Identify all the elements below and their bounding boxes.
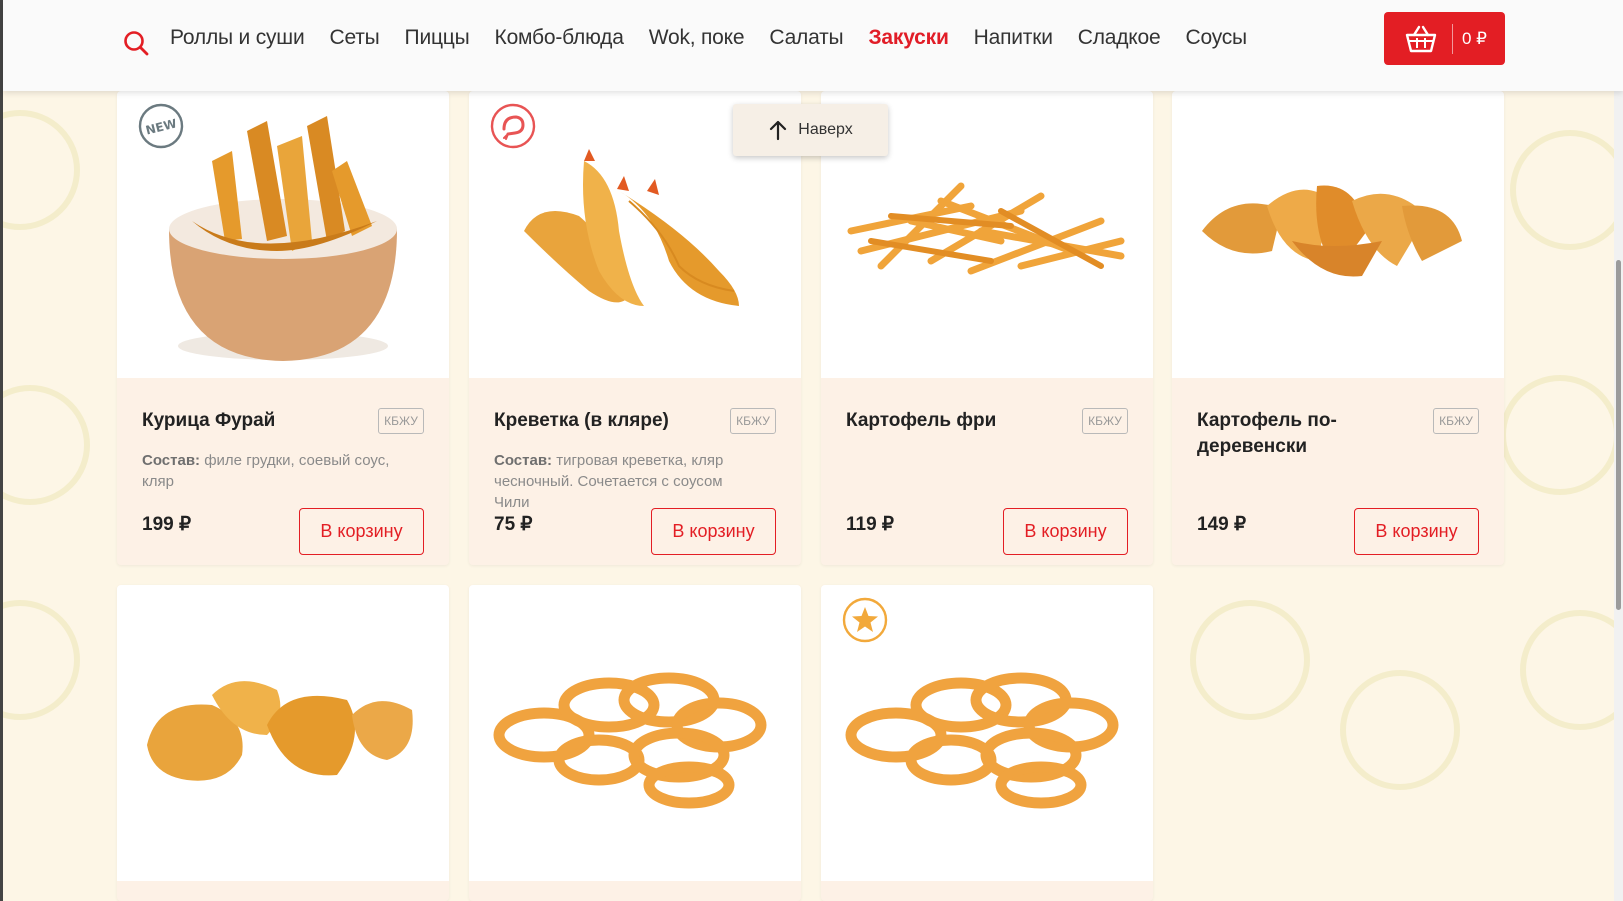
category-menu: Роллы и суши Сеты Пиццы Комбо-блюда Wok,… <box>170 26 1247 50</box>
kbju-button[interactable]: КБЖУ <box>1082 408 1128 434</box>
cart-total: 0 ₽ <box>1462 28 1487 48</box>
nav-item-sets[interactable]: Сеты <box>329 26 379 50</box>
scroll-to-top-label: Наверх <box>798 121 853 138</box>
product-card-nuggets <box>117 585 449 901</box>
product-info: Курица Фурай КБЖУ Состав: филе грудки, с… <box>117 378 449 565</box>
product-image[interactable] <box>821 585 1153 881</box>
kbju-button[interactable]: КБЖУ <box>378 408 424 434</box>
nav-item-rolls[interactable]: Роллы и суши <box>170 26 305 50</box>
potato-wedges-image <box>1202 185 1462 277</box>
kbju-button[interactable]: КБЖУ <box>730 408 776 434</box>
nav-item-salads[interactable]: Салаты <box>769 26 843 50</box>
product-image[interactable] <box>469 585 801 881</box>
product-title: Креветка (в кляре) <box>494 410 669 431</box>
nav-item-sauces[interactable]: Соусы <box>1185 26 1247 50</box>
basket-icon <box>1405 25 1437 52</box>
chicken-nuggets-image <box>147 681 413 781</box>
composition-label: Состав: <box>142 452 201 469</box>
product-composition: Состав: тигровая креветка, кляр чесночны… <box>494 450 754 513</box>
window-edge <box>0 0 3 901</box>
product-card-fries: Картофель фри КБЖУ 119 ₽ В корзину <box>821 91 1153 565</box>
search-icon[interactable] <box>123 30 149 56</box>
product-info: Картофель фри КБЖУ 119 ₽ В корзину <box>821 378 1153 565</box>
product-card-shrimp: Креветка (в кляре) КБЖУ Состав: тигровая… <box>469 91 801 565</box>
product-title: Курица Фурай <box>142 410 276 431</box>
cart-button[interactable]: 0 ₽ <box>1384 12 1505 65</box>
arrow-up-icon <box>770 120 787 141</box>
product-card-onion-rings-2 <box>821 585 1153 901</box>
product-title: Картофель по-деревенски <box>1197 410 1337 457</box>
nav-item-desserts[interactable]: Сладкое <box>1078 26 1161 50</box>
product-title: Картофель фри <box>846 410 997 431</box>
product-info: Креветка (в кляре) КБЖУ Состав: тигровая… <box>469 378 801 565</box>
composition-label: Состав: <box>494 452 553 469</box>
kbju-button[interactable]: КБЖУ <box>1433 408 1479 434</box>
scrollbar-thumb[interactable] <box>1616 260 1621 610</box>
product-image[interactable] <box>117 585 449 881</box>
scroll-to-top-button[interactable]: Наверх <box>733 104 888 156</box>
add-to-cart-button[interactable]: В корзину <box>299 508 424 555</box>
product-price: 149 ₽ <box>1197 514 1247 535</box>
product-image[interactable] <box>1172 91 1504 378</box>
add-to-cart-button[interactable]: В корзину <box>1354 508 1479 555</box>
product-info: Картофель по-деревенски КБЖУ 149 ₽ В кор… <box>1172 378 1504 565</box>
star-icon <box>842 597 888 643</box>
product-card-chicken-furai: NEW Курица Фурай КБЖУ Состав: филе грудк… <box>117 91 449 565</box>
add-to-cart-button[interactable]: В корзину <box>651 508 776 555</box>
nav-item-combo[interactable]: Комбо-блюда <box>495 26 624 50</box>
nav-item-pizza[interactable]: Пиццы <box>405 26 470 50</box>
cart-divider <box>1452 23 1453 54</box>
product-price: 75 ₽ <box>494 514 533 535</box>
new-icon: NEW <box>138 103 184 149</box>
add-to-cart-button[interactable]: В корзину <box>1003 508 1128 555</box>
product-card-onion-rings <box>469 585 801 901</box>
product-price: 119 ₽ <box>846 514 895 535</box>
onion-rings-image <box>493 672 767 809</box>
product-price: 199 ₽ <box>142 514 192 535</box>
shrimp-icon <box>490 103 536 149</box>
nav-item-drinks[interactable]: Напитки <box>974 26 1053 50</box>
nav-item-wok[interactable]: Wok, поке <box>649 26 745 50</box>
product-image[interactable]: NEW <box>117 91 449 378</box>
product-composition: Состав: филе грудки, соевый соус, кляр <box>142 450 402 492</box>
nav-item-snacks[interactable]: Закуски <box>868 26 948 50</box>
product-card-wedges: Картофель по-деревенски КБЖУ 149 ₽ В кор… <box>1172 91 1504 565</box>
top-navigation-bar: Роллы и суши Сеты Пиццы Комбо-блюда Wok,… <box>3 0 1623 91</box>
